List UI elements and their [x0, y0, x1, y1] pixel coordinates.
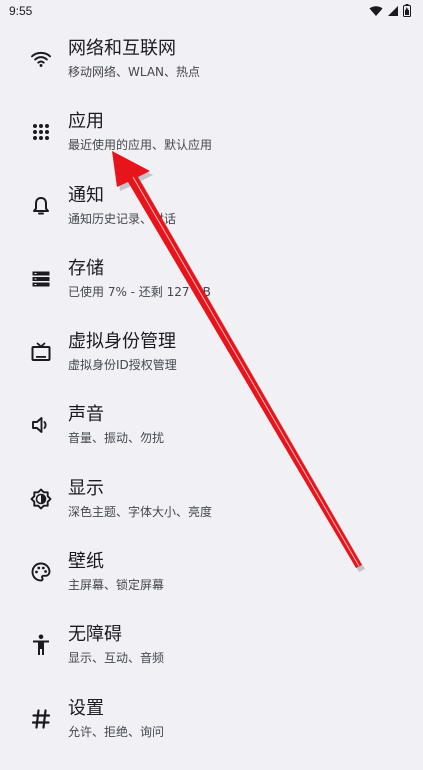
settings-item-subtitle: 虚拟身份ID授权管理: [68, 358, 177, 373]
settings-item-title: 虚拟身份管理: [68, 331, 176, 353]
signal-icon: [387, 5, 399, 17]
settings-item-network[interactable]: 网络和互联网 移动网络、WLAN、热点: [0, 37, 423, 110]
volume-icon: [28, 412, 54, 438]
settings-item-display[interactable]: 显示 深色主题、字体大小、亮度: [0, 477, 423, 550]
settings-item-permissions[interactable]: 设置 允许、拒绝、询问: [0, 697, 423, 770]
settings-item-title: 存储: [68, 257, 104, 279]
bell-icon: [28, 193, 54, 219]
battery-icon: [403, 4, 411, 17]
settings-item-title: 无障碍: [68, 624, 122, 646]
wifi-icon: [28, 46, 54, 72]
status-icons: [369, 4, 411, 17]
settings-item-title: 网络和互联网: [68, 38, 176, 59]
accessibility-icon: [28, 632, 54, 658]
settings-item-subtitle: 深色主题、字体大小、亮度: [68, 504, 213, 519]
status-bar: 9:55: [0, 0, 423, 24]
settings-item-title: 显示: [68, 477, 104, 499]
settings-item-storage[interactable]: 存储 已使用 7% - 还剩 127 GB: [0, 257, 423, 330]
settings-item-subtitle: 最近使用的应用、默认应用: [68, 138, 213, 153]
settings-item-subtitle: 显示、互动、音频: [68, 651, 165, 666]
settings-item-title: 声音: [68, 404, 104, 426]
apps-icon: [28, 119, 54, 145]
settings-item-subtitle: 通知历史记录、对话: [68, 211, 177, 226]
settings-item-subtitle: 允许、拒绝、询问: [68, 724, 165, 739]
settings-item-subtitle: 音量、振动、勿扰: [68, 431, 165, 446]
storage-icon: [28, 266, 54, 292]
settings-item-notifications[interactable]: 通知 通知历史记录、对话: [0, 184, 423, 257]
settings-item-subtitle: 已使用 7% - 还剩 127 GB: [68, 284, 211, 299]
settings-item-subtitle: 移动网络、WLAN、热点: [68, 65, 201, 79]
palette-icon: [28, 559, 54, 585]
wifi-icon: [369, 5, 383, 17]
settings-item-title: 通知: [68, 184, 104, 206]
settings-item-apps[interactable]: 应用 最近使用的应用、默认应用: [0, 110, 423, 183]
tv-icon: [28, 339, 54, 365]
settings-item-wallpaper[interactable]: 壁纸 主屏幕、锁定屏幕: [0, 550, 423, 623]
settings-item-accessibility[interactable]: 无障碍 显示、互动、音频: [0, 623, 423, 696]
settings-item-subtitle: 主屏幕、锁定屏幕: [68, 578, 165, 593]
settings-item-sound[interactable]: 声音 音量、振动、勿扰: [0, 403, 423, 476]
settings-item-virtual-identity[interactable]: 虚拟身份管理 虚拟身份ID授权管理: [0, 330, 423, 403]
settings-item-title: 设置: [68, 697, 104, 719]
brightness-icon: [28, 486, 54, 512]
status-time: 9:55: [9, 4, 33, 18]
hash-icon: [28, 706, 54, 732]
settings-list: 网络和互联网 移动网络、WLAN、热点 应用 最近使用的应用、默认应用 通知 通…: [0, 37, 423, 770]
settings-item-title: 应用: [68, 111, 104, 133]
settings-item-title: 壁纸: [68, 551, 104, 573]
